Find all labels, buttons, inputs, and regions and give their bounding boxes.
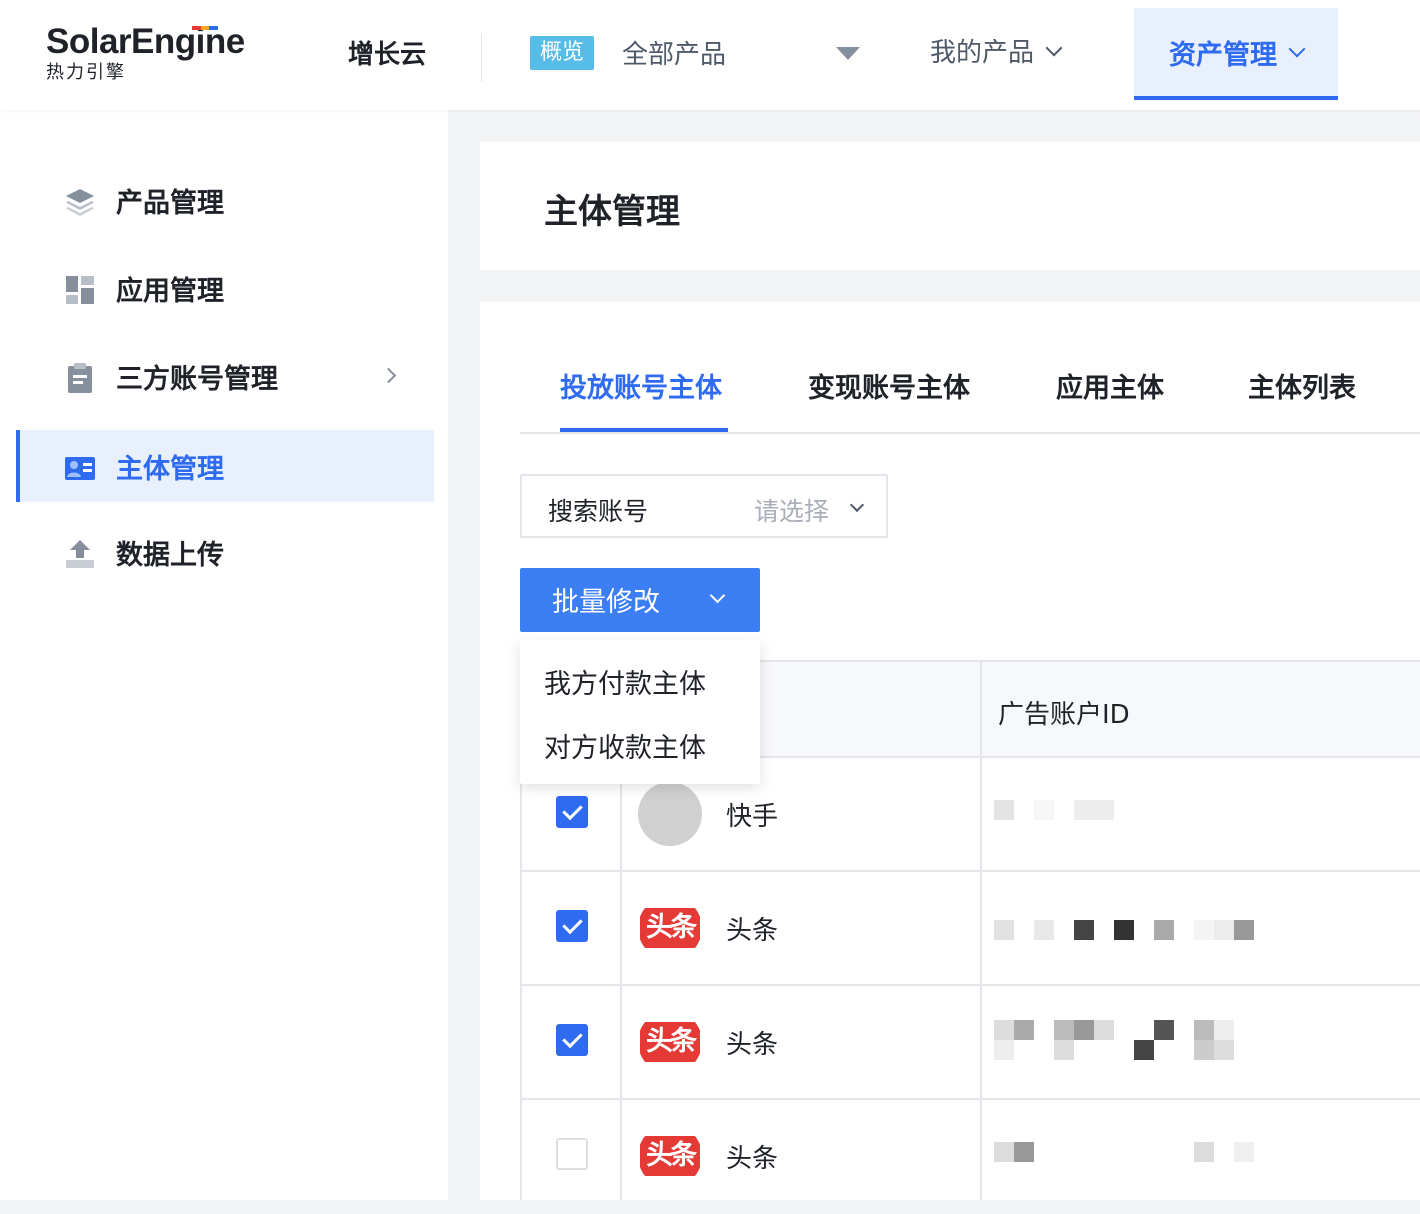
row-checkbox[interactable] bbox=[556, 1138, 588, 1170]
sidebar-item-entity-management[interactable]: 主体管理 bbox=[16, 430, 434, 502]
overview-badge[interactable]: 概览 bbox=[530, 36, 594, 70]
chevron-right-icon bbox=[380, 367, 397, 384]
product-selector[interactable]: 全部产品 bbox=[622, 34, 726, 71]
page-title: 主体管理 bbox=[544, 192, 680, 232]
sidebar-item-label: 数据上传 bbox=[116, 539, 224, 571]
redacted-account-id bbox=[994, 1142, 1274, 1182]
platform-name: 快手 bbox=[726, 802, 779, 832]
toutiao-logo: 头条 bbox=[640, 1022, 700, 1062]
nav-growth-cloud[interactable]: 增长云 bbox=[348, 34, 426, 71]
account-search-select[interactable]: 搜索账号 请选择 bbox=[520, 474, 888, 538]
logo-subtext: 热力引擎 bbox=[46, 62, 126, 83]
batch-edit-dropdown: 我方付款主体 对方收款主体 bbox=[520, 640, 760, 784]
kuaishou-avatar bbox=[638, 782, 702, 846]
table-row: 头条 头条 bbox=[520, 872, 1420, 986]
column-divider bbox=[980, 758, 982, 1200]
platform-name: 头条 bbox=[726, 1030, 779, 1060]
redacted-account-id bbox=[994, 1020, 1274, 1068]
column-divider bbox=[980, 662, 982, 760]
filter-label: 搜索账号 bbox=[548, 497, 649, 526]
chevron-down-icon bbox=[849, 497, 865, 513]
upload-icon bbox=[66, 540, 94, 568]
row-checkbox[interactable] bbox=[556, 910, 588, 942]
toutiao-avatar: 头条 bbox=[638, 1124, 702, 1188]
batch-edit-label: 批量修改 bbox=[552, 587, 660, 618]
table-border bbox=[520, 758, 522, 1200]
platform-name: 头条 bbox=[726, 916, 779, 946]
column-header-ad-account-id: 广告账户ID bbox=[998, 700, 1130, 730]
toutiao-avatar: 头条 bbox=[638, 1010, 702, 1074]
nav-asset-management-label: 资产管理 bbox=[1169, 39, 1277, 71]
table-row: 头条 头条 bbox=[520, 1100, 1420, 1214]
id-card-icon bbox=[65, 457, 95, 480]
redacted-account-id bbox=[994, 800, 1274, 840]
sidebar-item-label: 三方账号管理 bbox=[116, 363, 278, 395]
toutiao-avatar: 头条 bbox=[638, 896, 702, 960]
batch-edit-button[interactable]: 批量修改 bbox=[520, 568, 760, 632]
nav-divider bbox=[481, 34, 482, 82]
sidebar-item-product-management[interactable]: 产品管理 bbox=[16, 164, 434, 236]
toutiao-logo: 头条 bbox=[640, 1136, 700, 1176]
solarengine-logo[interactable]: SolarEngine 热力引擎 bbox=[46, 22, 245, 84]
page-header: 主体管理 bbox=[480, 142, 1420, 270]
active-tab-indicator bbox=[560, 428, 728, 432]
clipboard-icon bbox=[68, 363, 92, 393]
caret-down-icon[interactable] bbox=[836, 47, 860, 60]
sidebar: 产品管理 应用管理 三方账号管理 主体管理 数据上传 bbox=[0, 110, 448, 1200]
nav-my-products-label: 我的产品 bbox=[930, 38, 1035, 68]
sidebar-item-app-management[interactable]: 应用管理 bbox=[16, 252, 434, 324]
platform-name: 头条 bbox=[726, 1144, 779, 1174]
menu-item-counterparty-payee-entity[interactable]: 对方收款主体 bbox=[544, 726, 706, 765]
tab-app-entity[interactable]: 应用主体 bbox=[1056, 366, 1164, 405]
row-checkbox[interactable] bbox=[556, 1024, 588, 1056]
tab-entity-list[interactable]: 主体列表 bbox=[1248, 366, 1356, 405]
chevron-down-icon bbox=[709, 587, 726, 604]
tab-bar: 投放账号主体 变现账号主体 应用主体 主体列表 bbox=[520, 342, 1420, 434]
dashboard-icon bbox=[66, 276, 94, 304]
row-checkbox[interactable] bbox=[556, 796, 588, 828]
sidebar-item-data-upload[interactable]: 数据上传 bbox=[16, 516, 434, 588]
toutiao-logo: 头条 bbox=[640, 908, 700, 948]
menu-item-our-payer-entity[interactable]: 我方付款主体 bbox=[544, 662, 706, 701]
top-navigation-bar: SolarEngine 热力引擎 增长云 概览 全部产品 我的产品 资产管理 bbox=[0, 0, 1420, 110]
tab-monetization-account-entity[interactable]: 变现账号主体 bbox=[808, 366, 970, 405]
logo-color-bar bbox=[192, 26, 219, 30]
layers-icon bbox=[66, 189, 94, 216]
nav-my-products[interactable]: 我的产品 bbox=[930, 32, 1063, 69]
table-row: 头条 头条 bbox=[520, 986, 1420, 1100]
filter-placeholder: 请选择 bbox=[754, 497, 830, 526]
chevron-down-icon bbox=[1045, 39, 1063, 56]
sidebar-item-label: 应用管理 bbox=[116, 275, 224, 307]
redacted-account-id bbox=[994, 914, 1274, 954]
sidebar-item-label: 产品管理 bbox=[116, 187, 224, 219]
nav-asset-management[interactable]: 资产管理 bbox=[1134, 8, 1338, 100]
sidebar-item-third-party-accounts[interactable]: 三方账号管理 bbox=[16, 340, 434, 412]
column-divider bbox=[620, 758, 622, 1200]
tab-ad-account-entity[interactable]: 投放账号主体 bbox=[560, 366, 722, 405]
chevron-down-icon bbox=[1288, 40, 1306, 58]
sidebar-item-label: 主体管理 bbox=[116, 453, 224, 485]
